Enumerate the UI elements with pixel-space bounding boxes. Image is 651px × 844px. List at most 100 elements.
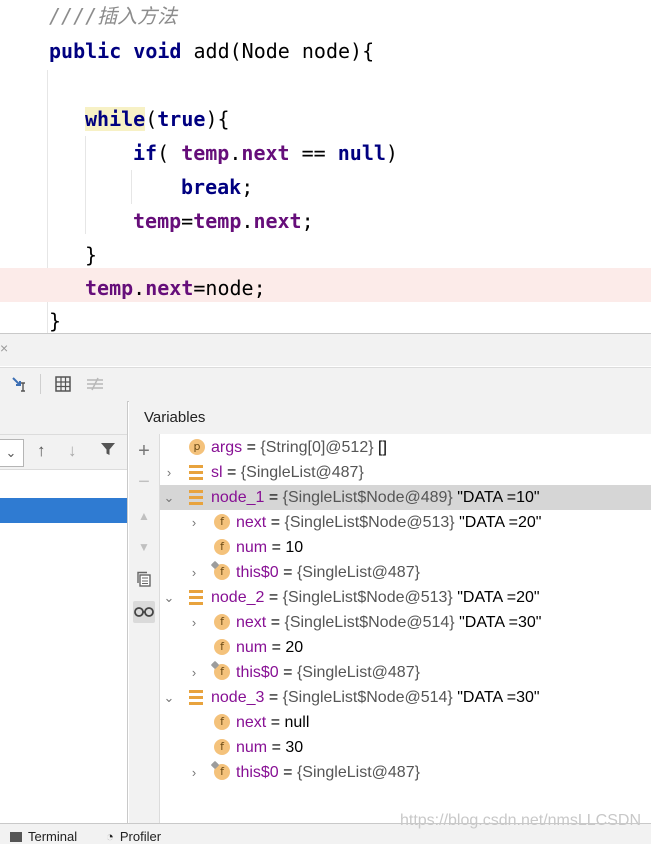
variable-value: 10 <box>285 539 304 556</box>
variable-row[interactable]: › f this$0 = {SingleList@487} <box>160 660 651 685</box>
variable-type: {SingleList@487} <box>296 564 420 581</box>
code-line-while: while(true){ <box>0 102 651 136</box>
variable-name: args <box>211 439 243 456</box>
code-line-break: break; <box>0 170 651 204</box>
code-token: =node; <box>193 276 266 300</box>
close-icon[interactable]: × <box>0 340 8 356</box>
code-text: if( temp.next == null) <box>133 141 398 165</box>
variables-side-toolbar: + − ▲ ▼ <box>129 434 160 823</box>
expand-arrow-icon[interactable]: › <box>188 560 200 585</box>
variable-row[interactable]: › f this$0 = {SingleList@487} <box>160 560 651 585</box>
arrow-down-icon[interactable]: ↓ <box>68 441 77 461</box>
variable-row[interactable]: › f this$0 = {SingleList@487} <box>160 760 651 785</box>
selected-frame-row[interactable] <box>0 498 127 523</box>
filter-icon[interactable] <box>100 441 116 462</box>
variable-equals: = <box>278 664 297 681</box>
code-text: } <box>49 309 62 333</box>
variable-equals: = <box>267 539 286 556</box>
trace-stream-icon[interactable] <box>84 373 106 395</box>
add-watch-icon[interactable]: + <box>133 440 155 462</box>
keyword-highlighted: while <box>85 107 146 131</box>
variable-row[interactable]: ⌄ node_1 = {SingleList$Node@489} "DATA =1… <box>160 485 651 510</box>
variable-type: {SingleList@487} <box>240 464 364 481</box>
variable-row[interactable]: ⌄ node_3 = {SingleList$Node@514} "DATA =3… <box>160 685 651 710</box>
code-line-signature: public void add(Node node){ <box>0 34 651 68</box>
variable-equals: = <box>264 689 283 706</box>
terminal-tab[interactable]: Terminal <box>10 829 77 844</box>
variable-type: {SingleList@487} <box>296 664 420 681</box>
parameter-icon: p <box>189 439 205 455</box>
expand-arrow-icon[interactable]: › <box>188 610 200 635</box>
variable-value: "DATA =20" <box>454 514 542 531</box>
code-line-close-method: } <box>0 304 651 333</box>
variable-equals: = <box>266 714 285 731</box>
variable-type: {SingleList$Node@514} <box>282 689 453 706</box>
arrow-up-icon[interactable]: ↑ <box>37 441 46 461</box>
code-line-comment: ////插入方法 <box>0 0 651 34</box>
variable-row[interactable]: f num = 20 <box>160 635 651 660</box>
variable-name: num <box>236 639 268 656</box>
variable-row[interactable]: › f next = {SingleList$Node@513} "DATA =20… <box>160 510 651 535</box>
variable-text: next = {SingleList$Node@513} "DATA =20" <box>236 510 541 535</box>
local-variable-icon <box>189 590 203 605</box>
variable-row[interactable]: ⌄ node_2 = {SingleList$Node@513} "DATA =2… <box>160 585 651 610</box>
variable-name: node_3 <box>211 689 265 706</box>
code-token: . <box>229 141 242 165</box>
variable-row[interactable]: p args = {String[0]@512} [] <box>160 435 651 460</box>
variable-name: next <box>236 514 267 531</box>
expand-arrow-icon[interactable]: › <box>163 460 175 485</box>
code-editor[interactable]: ////插入方法 public void add(Node node){ whi… <box>0 0 651 333</box>
collapse-arrow-icon[interactable]: ⌄ <box>163 485 175 510</box>
collapse-arrow-icon[interactable]: ⌄ <box>163 585 175 610</box>
variable-row[interactable]: › sl = {SingleList@487} <box>160 460 651 485</box>
frames-header <box>0 401 127 435</box>
variable-value: [] <box>373 439 387 456</box>
run-to-cursor-icon[interactable] <box>9 373 31 395</box>
keyword: void <box>133 39 182 63</box>
profiler-label: Profiler <box>119 829 162 844</box>
field-icon: f <box>214 514 230 530</box>
profiler-tab[interactable]: ◔ Profiler <box>106 829 161 844</box>
code-text: while(true){ <box>85 107 230 131</box>
code-text: } <box>85 243 98 267</box>
code-token: add(Node node){ <box>193 39 375 63</box>
variable-name: node_2 <box>211 589 265 606</box>
variables-title: Variables <box>144 409 206 426</box>
field-token: next <box>253 209 302 233</box>
remove-watch-icon[interactable]: − <box>133 471 155 493</box>
copy-icon[interactable] <box>133 568 155 590</box>
keyword: public <box>49 39 122 63</box>
variable-row[interactable]: f num = 30 <box>160 735 651 760</box>
watches-glasses-icon[interactable] <box>133 601 155 623</box>
collapse-arrow-icon[interactable]: ⌄ <box>163 685 175 710</box>
code-token: . <box>133 276 146 300</box>
code-token: . <box>241 209 254 233</box>
code-line-execution-point: temp.next=node; <box>0 268 651 302</box>
expand-arrow-icon[interactable]: › <box>188 660 200 685</box>
code-token: ; <box>301 209 314 233</box>
variable-row[interactable]: f next = null <box>160 710 651 735</box>
chevron-down-icon: ⌄ <box>5 445 17 460</box>
expand-arrow-icon[interactable]: › <box>188 760 200 785</box>
thread-dropdown[interactable]: ⌄ <box>0 439 24 467</box>
terminal-label: Terminal <box>28 829 78 844</box>
variables-tree[interactable]: p args = {String[0]@512} [] › sl = {SingleL… <box>160 434 651 823</box>
variable-row[interactable]: › f next = {SingleList$Node@514} "DATA =30… <box>160 610 651 635</box>
move-down-icon[interactable]: ▼ <box>133 536 155 558</box>
code-line-if: if( temp.next == null) <box>0 136 651 170</box>
debug-tab-bar <box>0 334 651 366</box>
evaluate-expression-icon[interactable] <box>52 373 74 395</box>
variable-type: {SingleList$Node@489} <box>282 489 453 506</box>
variable-row[interactable]: f num = 10 <box>160 535 651 560</box>
variable-text: next = null <box>236 710 309 735</box>
move-up-icon[interactable]: ▲ <box>133 505 155 527</box>
code-token: ( <box>145 107 158 131</box>
variable-name: num <box>236 739 268 756</box>
field-token: next <box>145 276 194 300</box>
variable-equals: = <box>278 764 297 781</box>
code-text: break; <box>181 175 253 199</box>
frames-panel: ⌄ ↑ ↓ <box>0 401 128 823</box>
expand-arrow-icon[interactable]: › <box>188 510 200 535</box>
field-icon: f <box>214 714 230 730</box>
variable-equals: = <box>267 739 286 756</box>
